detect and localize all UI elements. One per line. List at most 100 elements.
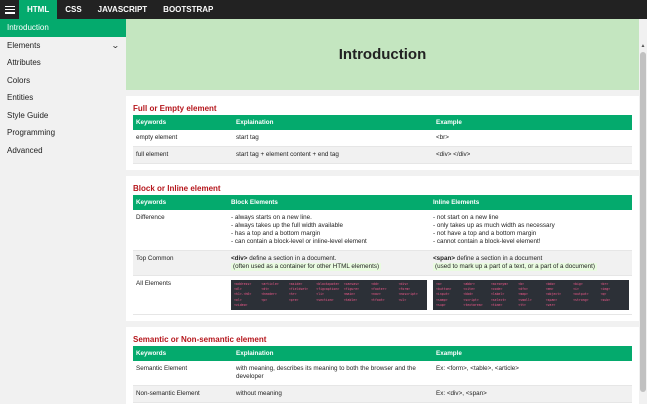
element-tag: <ul> [398,297,407,302]
semantic-table: Keywords Explaination Example Semantic E… [133,346,632,403]
element-tag: <pre> [288,297,299,302]
table-row: Semantic Element with meaning, describes… [133,361,632,386]
column-header: Example [433,346,632,361]
table-cell: Non-semantic Element [133,385,233,403]
table-cell: Ex: <form>, <table>, <article> [433,361,632,386]
element-tag: <video> [234,302,248,307]
scroll-up-arrow-icon[interactable]: ▲ [639,41,647,51]
table-cell: <div> define a section in a document. (o… [228,250,430,276]
sidebar-item-label: Elements [7,40,41,50]
sidebar: Introduction Elements ⌄ Attributes Colors… [0,19,126,404]
tag-text: <div> [231,255,248,262]
list-item: - always takes up the full width availab… [231,222,344,229]
list-item: - can contain a block-level or inline-le… [231,238,367,245]
page-header: Introduction [126,19,639,90]
top-navbar: HTML CSS JAVASCRIPT BOOTSTRAP [0,0,647,19]
table-cell: empty element [133,130,233,147]
list-item: - always starts on a new line. [231,214,312,221]
description-text: define a section in a document [455,255,543,262]
sidebar-item-elements[interactable]: Elements ⌄ [0,37,126,55]
table-cell: <a> <abbr> <acronym> <b> <bdo> <big> <br> <butt… [430,275,632,315]
table-cell: Top Common [133,250,228,276]
element-tag: <strong> [573,297,589,302]
sidebar-item-entities[interactable]: Entities [0,89,126,107]
scrollbar-thumb[interactable] [640,52,646,392]
element-tag: <p> [261,297,268,302]
chevron-down-icon: ⌄ [111,40,121,50]
main-content: Introduction Full or Empty element Keywo… [126,19,639,404]
sidebar-item-label: Introduction [7,23,49,33]
table-cell: <br> [433,130,632,147]
table-cell: start tag + element content + end tag [233,146,433,164]
sidebar-item-introduction[interactable]: Introduction [0,19,126,37]
sidebar-item-label: Attributes [7,58,41,68]
column-header: Explaination [233,346,433,361]
tab-css[interactable]: CSS [57,0,89,19]
list-item: - not have a top and a bottom margin [433,230,537,237]
table-row: Difference - always starts on a new line… [133,210,632,251]
element-tag: <textarea> [463,302,483,307]
inline-elements-code-block: <a> <abbr> <acronym> <b> <bdo> <big> <br> <butt… [433,280,629,310]
column-header: Explaination [233,115,433,130]
table-cell: without meaning [233,385,433,403]
table-cell: <address> <article> <aside> <blockquote> <ca… [228,275,430,315]
section-full-empty: Full or Empty element Keywords Explainat… [126,96,639,170]
full-empty-table: Keywords Explaination Example empty elem… [133,115,632,164]
sidebar-item-label: Programming [7,128,56,138]
table-cell: - always starts on a new line. - always … [228,210,430,251]
tab-bootstrap[interactable]: BOOTSTRAP [155,0,221,19]
section-title: Full or Empty element [133,104,217,113]
table-cell: Semantic Element [133,361,233,386]
section-semantic: Semantic or Non-semantic element Keyword… [126,327,639,404]
column-header: Keywords [133,195,228,210]
highlight-note: (often used as a container for other HTM… [231,263,382,271]
column-header: Block Elements [228,195,430,210]
list-item: - not start on a new line [433,214,499,221]
column-header: Inline Elements [430,195,632,210]
sidebar-item-label: Advanced [7,145,43,155]
column-header: Keywords [133,346,233,361]
table-row: empty element start tag <br> [133,130,632,147]
table-row: All Elements <address> <article> <aside> <b… [133,275,632,315]
block-elements-code-block: <address> <article> <aside> <blockquote> <ca… [231,280,427,310]
element-tag: <tfoot> [371,297,385,302]
sidebar-item-advanced[interactable]: Advanced [0,142,126,160]
block-inline-table: Keywords Block Elements Inline Elements … [133,195,632,315]
sidebar-item-programming[interactable]: Programming [0,124,126,142]
column-header: Keywords [133,115,233,130]
table-cell: All Elements [133,275,228,315]
description-text: define a section in a document. [247,255,337,262]
sidebar-item-label: Colors [7,75,31,85]
list-item: - cannot contain a block-level element! [433,238,541,245]
table-cell: full element [133,146,233,164]
sidebar-item-label: Style Guide [7,110,49,120]
element-tag: <sup> [436,302,446,307]
list-item: - only takes up as much width as necessa… [433,222,555,229]
section-block-inline: Block or Inline element Keywords Block E… [126,176,639,321]
section-title: Semantic or Non-semantic element [133,335,267,344]
table-cell: - not start on a new line - only takes u… [430,210,632,251]
element-tag: <sub> [600,297,611,302]
sidebar-item-style-guide[interactable]: Style Guide [0,107,126,125]
table-cell: start tag [233,130,433,147]
sidebar-item-colors[interactable]: Colors [0,72,126,90]
table-cell: Ex: <div>, <span> [433,385,632,403]
element-tag: <tt> [518,302,526,307]
tab-html[interactable]: HTML [19,0,58,19]
table-row: Top Common <div> define a section in a d… [133,250,632,276]
element-tag: <table> [343,297,358,302]
page-title: Introduction [338,46,427,63]
sidebar-item-label: Entities [7,93,34,103]
element-tag: <section> [316,297,334,302]
element-tag: <var> [545,302,556,307]
scrollbar[interactable]: ▲ ▼ [639,19,647,404]
table-cell: Difference [133,210,228,251]
section-title: Block or Inline element [133,184,221,193]
tag-text: <span> [433,255,456,262]
table-cell: with meaning, describes its meaning to b… [233,361,433,386]
hamburger-menu-icon[interactable] [0,0,19,19]
table-row: full element start tag + element content… [133,146,632,164]
tab-javascript[interactable]: JAVASCRIPT [90,0,156,19]
sidebar-item-attributes[interactable]: Attributes [0,54,126,72]
list-item: - has a top and a bottom margin [231,230,321,237]
